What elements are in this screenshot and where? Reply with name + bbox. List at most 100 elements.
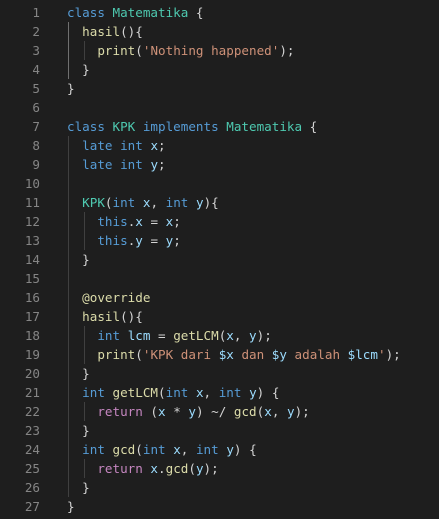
code-token: = [142,214,166,229]
code-line[interactable]: 18 int lcm = getLCM(x, y); [0,326,439,345]
code-token: , [271,404,287,419]
code-token: x [158,404,166,419]
code-token: ' [377,347,386,362]
line-number: 16 [24,290,40,305]
code-line[interactable]: 23 } [0,421,439,440]
code-token: $y [271,347,287,362]
line-number: 10 [24,176,40,191]
code-token: (){ [120,24,143,39]
code-token: gcd [165,461,189,476]
code-token: ); [279,43,295,58]
code-token: print [97,43,136,58]
code-token: * [165,404,189,419]
code-text: } [67,60,90,79]
code-token: ( [188,461,196,476]
code-editor[interactable]: 1 class Matematika {2 hasil(){3 print('No… [0,3,439,519]
code-line[interactable]: 27} [0,497,439,516]
code-line[interactable]: 26 } [0,478,439,497]
code-line[interactable]: 2 hasil(){ [0,22,439,41]
code-token: { [188,5,204,20]
code-text: int getLCM(int x, int y) { [67,383,279,402]
code-token: lcm [127,328,151,343]
code-line[interactable]: 7 class KPK implements Matematika { [0,117,439,136]
code-line[interactable]: 1 class Matematika { [0,3,439,22]
code-line[interactable]: 14 } [0,250,439,269]
code-token: y [150,157,159,172]
code-line[interactable]: 8 late int x; [0,136,439,155]
line-number: 23 [24,423,40,438]
code-text: } [67,421,90,440]
code-text: late int x; [67,136,165,155]
code-token: hasil [82,24,121,39]
line-number: 13 [24,233,40,248]
line-number: 8 [32,138,40,153]
code-token: int [112,195,143,210]
code-line[interactable]: 6 [0,98,439,117]
code-line[interactable]: 10 [0,174,439,193]
code-token: ; [173,233,181,248]
code-token: Matematika [226,119,303,134]
code-text: return (x * y) ~/ gcd(x, y); [67,402,309,421]
code-text: int lcm = getLCM(x, y); [67,326,271,345]
code-line[interactable]: 4 } [0,60,439,79]
code-token: y [226,442,234,457]
code-token: { [302,119,318,134]
code-token: return [97,461,151,476]
code-line[interactable]: 16 @override [0,288,439,307]
code-token: y [249,385,257,400]
code-line[interactable]: 11 KPK(int x, int y){ [0,193,439,212]
code-line[interactable]: 5} [0,79,439,98]
code-token: return [97,404,151,419]
code-token: ) { [256,385,280,400]
code-token: ( [135,43,143,58]
code-line[interactable]: 17 hasil(){ [0,307,439,326]
code-text: @override [67,288,150,307]
code-text: hasil(){ [67,307,143,326]
code-token: } [67,499,75,514]
code-text: } [67,364,90,383]
code-text: } [67,478,90,497]
code-token: x [150,461,159,476]
code-line[interactable]: 13 this.y = y; [0,231,439,250]
code-token: } [67,81,75,96]
line-number: 19 [24,347,40,362]
code-token: x [173,442,181,457]
code-token: late [82,157,121,172]
code-line[interactable]: 9 late int y; [0,155,439,174]
code-token: = [142,233,166,248]
code-text: KPK(int x, int y){ [67,193,219,212]
code-line[interactable]: 12 this.x = x; [0,212,439,231]
code-token: int [165,385,196,400]
code-token: ( [135,347,143,362]
code-line[interactable]: 3 print('Nothing happened'); [0,41,439,60]
code-text: late int y; [67,155,166,174]
code-token: x [226,328,234,343]
code-token: x [150,138,159,153]
line-number: 20 [24,366,40,381]
code-text: return x.gcd(y); [67,459,219,478]
code-token: ; [158,157,166,172]
code-token: y [135,233,143,248]
code-line[interactable]: 19 print('KPK dari $x dan $y adalah $lcm… [0,345,439,364]
code-line[interactable]: 24 int gcd(int x, int y) { [0,440,439,459]
code-token: int [165,195,196,210]
code-text: class Matematika { [67,3,204,22]
line-number: 17 [24,309,40,324]
code-token: adalah [286,347,348,362]
code-token: this [97,233,128,248]
code-token: , [150,195,166,210]
line-number: 1 [32,5,40,20]
line-number: 12 [24,214,40,229]
code-token: ( [104,195,113,210]
line-number: 26 [24,480,40,495]
line-number: 2 [32,24,40,39]
code-line[interactable]: 20 } [0,364,439,383]
code-line[interactable]: 25 return x.gcd(y); [0,459,439,478]
code-token: x [135,214,143,229]
code-token: ); [203,461,219,476]
code-line[interactable]: 21 int getLCM(int x, int y) { [0,383,439,402]
code-line[interactable]: 15 [0,269,439,288]
code-line[interactable]: 22 return (x * y) ~/ gcd(x, y); [0,402,439,421]
code-token: int [82,385,113,400]
